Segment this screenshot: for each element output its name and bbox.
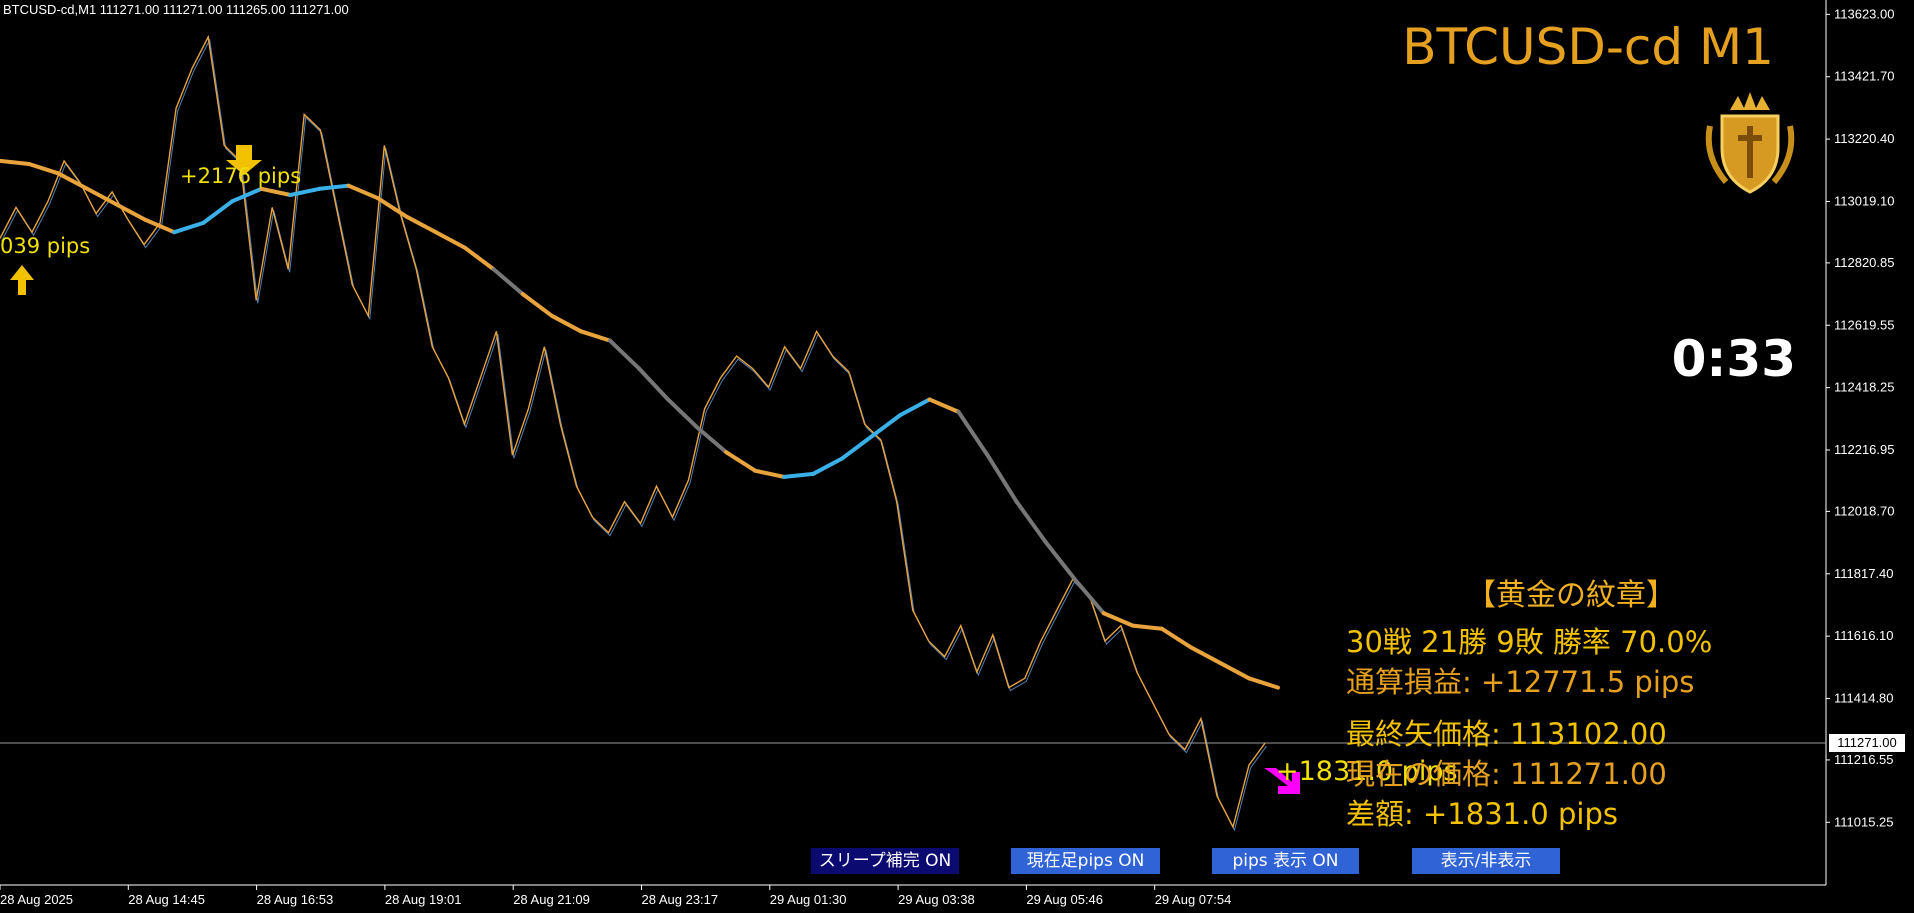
y-tick-label: 112216.95 — [1834, 442, 1895, 457]
total-pl: 通算損益: +12771.5 pips — [1346, 665, 1695, 699]
ma-segment — [840, 434, 874, 461]
candle-countdown: 0:33 — [1671, 330, 1796, 388]
x-tick-label: 29 Aug 05:46 — [1026, 892, 1103, 907]
moving-average — [0, 158, 1280, 690]
ma-segment — [0, 158, 32, 167]
y-tick-label: 111616.10 — [1834, 628, 1894, 643]
ma-segment — [724, 450, 758, 473]
y-tick-label: 113421.70 — [1834, 69, 1895, 84]
ma-segment — [578, 329, 612, 343]
x-tick-label: 29 Aug 01:30 — [770, 892, 847, 907]
ma-segment — [375, 196, 409, 219]
x-tick-label: 28 Aug 21:09 — [513, 892, 590, 907]
y-tick-label: 113019.10 — [1834, 193, 1895, 208]
ma-segment — [462, 245, 496, 272]
ma-segment — [114, 202, 148, 222]
ma-segment — [898, 397, 932, 417]
price-difference: 差額: +1831.0 pips — [1346, 797, 1618, 831]
x-tick-label: 28 Aug 2025 — [0, 892, 73, 907]
ma-segment — [1043, 539, 1077, 582]
x-tick-label: 29 Aug 07:54 — [1155, 892, 1232, 907]
ma-segment — [985, 453, 1019, 504]
ma-segment — [1072, 577, 1106, 616]
x-tick-label: 28 Aug 16:53 — [257, 892, 334, 907]
x-tick-label: 29 Aug 03:38 — [898, 892, 975, 907]
buy-arrow-icon — [10, 265, 34, 295]
signal-label: 039 pips — [0, 234, 91, 258]
ma-segment — [869, 412, 903, 439]
ma-segment — [520, 292, 554, 318]
ma-segment — [695, 425, 729, 455]
ma-segment — [956, 409, 990, 458]
ma-segment — [491, 267, 525, 297]
ma-segment — [1159, 626, 1193, 650]
symbol-title: BTCUSD-cd M1 — [1402, 18, 1774, 76]
ma-segment — [201, 199, 235, 225]
current-price: 現在の価格: 111271.00 — [1346, 757, 1667, 791]
last-arrow-price: 最終矢価格: 113102.00 — [1346, 717, 1667, 751]
ma-segment — [317, 183, 351, 191]
ma-segment — [1217, 660, 1251, 681]
ma-segment — [607, 338, 641, 371]
signal-label: +2176 pips — [180, 164, 302, 188]
show-hide-button[interactable]: 表示/非表示 — [1412, 848, 1560, 874]
y-tick-label: 111015.25 — [1834, 814, 1894, 829]
y-tick-label: 112418.25 — [1834, 380, 1895, 395]
price-tick-labels: 113623.00 113421.70 113220.40 113019.10 1128… — [1826, 6, 1895, 829]
ma-segment — [433, 230, 467, 250]
ma-segment — [288, 186, 322, 197]
y-tick-label: 113623.00 — [1834, 6, 1895, 21]
price-series-alt — [1, 38, 1267, 832]
stats-panel: 【黄金の紋章】 30戦 21勝 9敗 勝率 70.0% 通算損益: +12771… — [1346, 570, 1796, 834]
x-tick-label: 28 Aug 19:01 — [385, 892, 462, 907]
y-tick-label: 112820.85 — [1834, 255, 1895, 270]
current-price-tag: 111271.00 — [1829, 734, 1905, 753]
ma-segment — [1130, 623, 1164, 631]
signal-arrows — [10, 145, 1300, 794]
ma-segment — [1014, 499, 1048, 544]
ma-segment — [1101, 611, 1135, 628]
crest-emblem-icon — [1705, 92, 1795, 194]
ma-segment — [230, 186, 264, 204]
ma-segment — [346, 183, 380, 201]
ma-segment — [1246, 676, 1280, 690]
time-tick-labels: 28 Aug 2025 28 Aug 14:45 28 Aug 16:53 28 Au… — [0, 885, 1231, 907]
y-tick-label: 113220.40 — [1834, 131, 1895, 146]
ma-segment — [753, 468, 787, 479]
ma-segment — [549, 313, 583, 334]
ma-segment — [56, 171, 90, 191]
bar-pips-button[interactable]: 現在足pips ON — [1011, 848, 1160, 874]
ma-segment — [172, 220, 206, 235]
y-tick-label: 112619.55 — [1834, 317, 1895, 332]
ma-segment — [782, 471, 816, 479]
ma-segment — [259, 186, 293, 197]
y-tick-label: 112018.70 — [1834, 503, 1895, 518]
ma-segment — [811, 456, 845, 476]
ma-segment — [927, 397, 961, 414]
ohlc-header: BTCUSD-cd,M1 111271.00 111271.00 111265.… — [3, 2, 349, 17]
price-series — [0, 34, 1266, 829]
sleep-fill-button[interactable]: スリープ補完 ON — [811, 848, 959, 874]
win-record: 30戦 21勝 9敗 勝率 70.0% — [1346, 625, 1713, 659]
ma-segment — [666, 397, 700, 430]
x-tick-label: 28 Aug 23:17 — [642, 892, 719, 907]
ma-segment — [404, 214, 438, 235]
x-tick-label: 28 Aug 14:45 — [128, 892, 205, 907]
y-tick-label: 111817.40 — [1834, 566, 1894, 581]
ma-segment — [1188, 645, 1222, 665]
ma-segment — [637, 366, 671, 402]
pips-display-button[interactable]: pips 表示 ON — [1212, 848, 1359, 874]
y-tick-label: 111414.80 — [1834, 691, 1894, 706]
y-tick-label: 111216.55 — [1834, 752, 1894, 767]
ma-segment — [27, 162, 61, 176]
stats-heading: 【黄金の紋章】 — [1466, 578, 1676, 613]
